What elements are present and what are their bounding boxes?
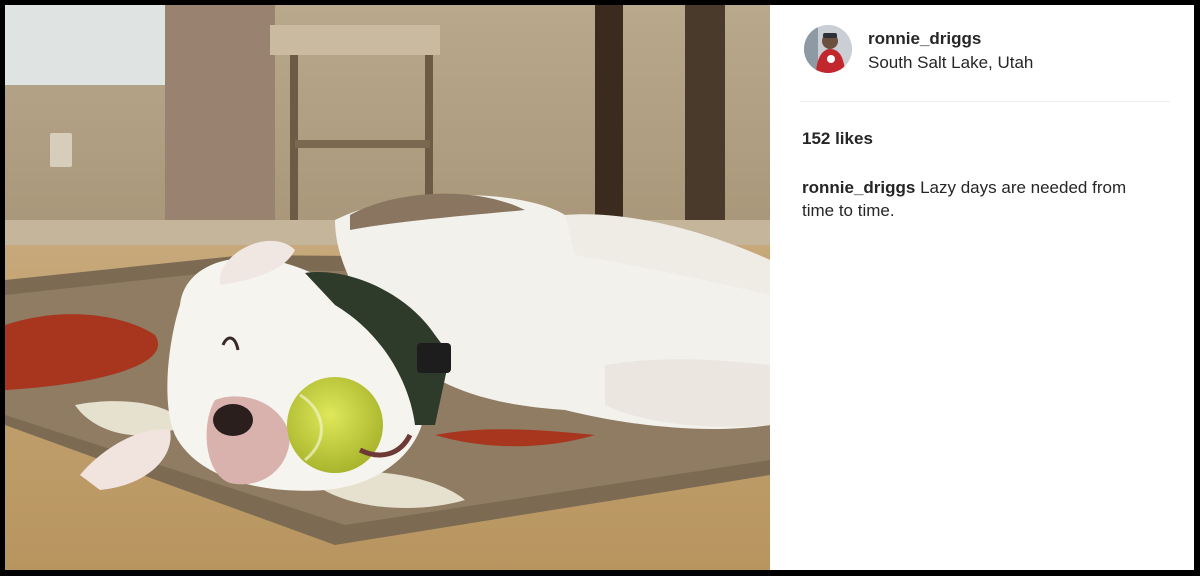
post-header: ronnie_driggs South Salt Lake, Utah (800, 21, 1170, 102)
avatar[interactable] (804, 25, 852, 73)
location-link[interactable]: South Salt Lake, Utah (868, 53, 1033, 73)
post-window: ronnie_driggs South Salt Lake, Utah 152 … (5, 5, 1194, 570)
user-avatar-icon (804, 25, 852, 73)
caption-username-link[interactable]: ronnie_driggs (802, 178, 915, 197)
username-link[interactable]: ronnie_driggs (868, 29, 981, 49)
post-caption: ronnie_driggs Lazy days are needed from … (802, 176, 1132, 222)
post-details-panel: ronnie_driggs South Salt Lake, Utah 152 … (770, 5, 1194, 570)
post-photo[interactable] (5, 5, 770, 570)
dog-photo-image (5, 5, 770, 570)
likes-count[interactable]: 152 likes (802, 129, 873, 149)
